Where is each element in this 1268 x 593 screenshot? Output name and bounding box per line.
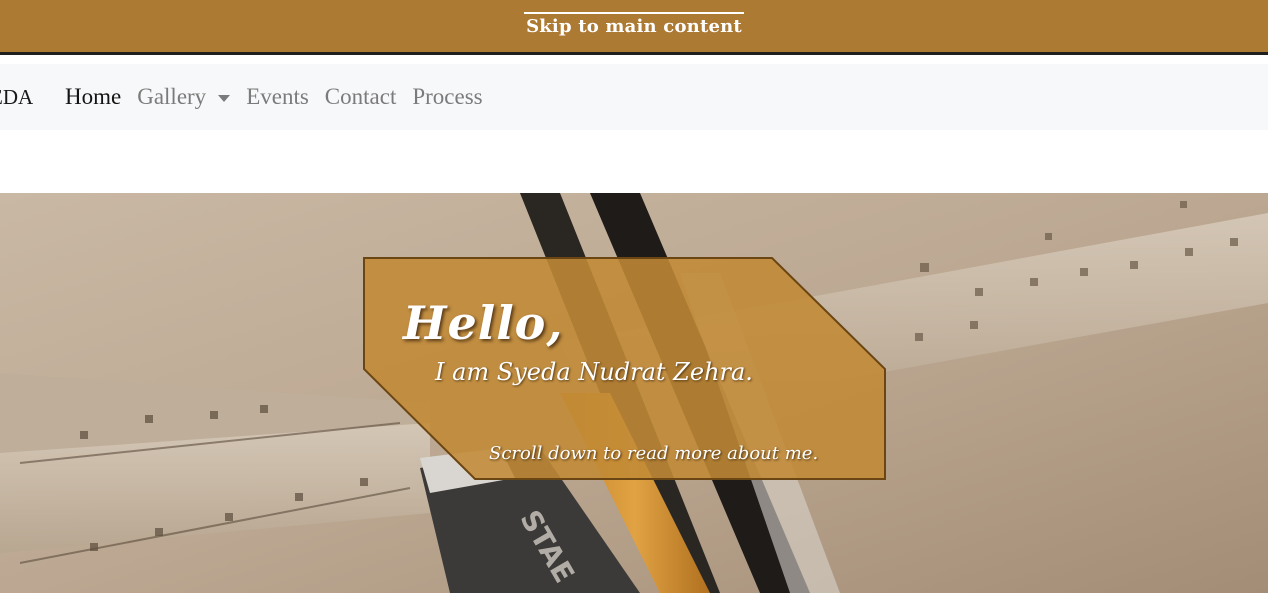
- hero-greeting-card: Hello, I am Syeda Nudrat Zehra. Scroll d…: [363, 257, 887, 481]
- nav-item-process[interactable]: Process: [412, 82, 482, 112]
- caret-down-icon: [218, 94, 231, 102]
- nav-item-label: Gallery: [137, 84, 207, 109]
- nav-item-label: Contact: [324, 84, 397, 109]
- nav-item-label: Process: [412, 84, 483, 109]
- brand-logo-text[interactable]: EDA: [0, 84, 33, 110]
- nav-item-home[interactable]: Home: [65, 82, 121, 112]
- skip-to-main-link[interactable]: Skip to main content: [524, 12, 744, 38]
- page: Skip to main content EDA Home Gallery Ev…: [0, 0, 1268, 593]
- navbar: EDA Home Gallery Events Contact Process: [0, 64, 1268, 130]
- nav-item-label: Home: [65, 84, 122, 109]
- scroll-hint: Scroll down to read more about me.: [489, 443, 819, 464]
- nav-item-gallery-dropdown[interactable]: Gallery: [137, 82, 231, 112]
- nav-item-events[interactable]: Events: [246, 82, 309, 112]
- nav-item-contact[interactable]: Contact: [325, 82, 397, 112]
- hero-intro: I am Syeda Nudrat Zehra.: [435, 358, 753, 386]
- hero-greeting: Hello,: [403, 296, 564, 350]
- skip-bar: Skip to main content: [0, 0, 1268, 55]
- hero-banner: STAE Hello, I am Syeda Nudrat Zehra. Scr…: [0, 193, 1268, 593]
- nav-item-label: Events: [246, 84, 309, 109]
- nav-menu: Home Gallery Events Contact Process: [65, 82, 499, 112]
